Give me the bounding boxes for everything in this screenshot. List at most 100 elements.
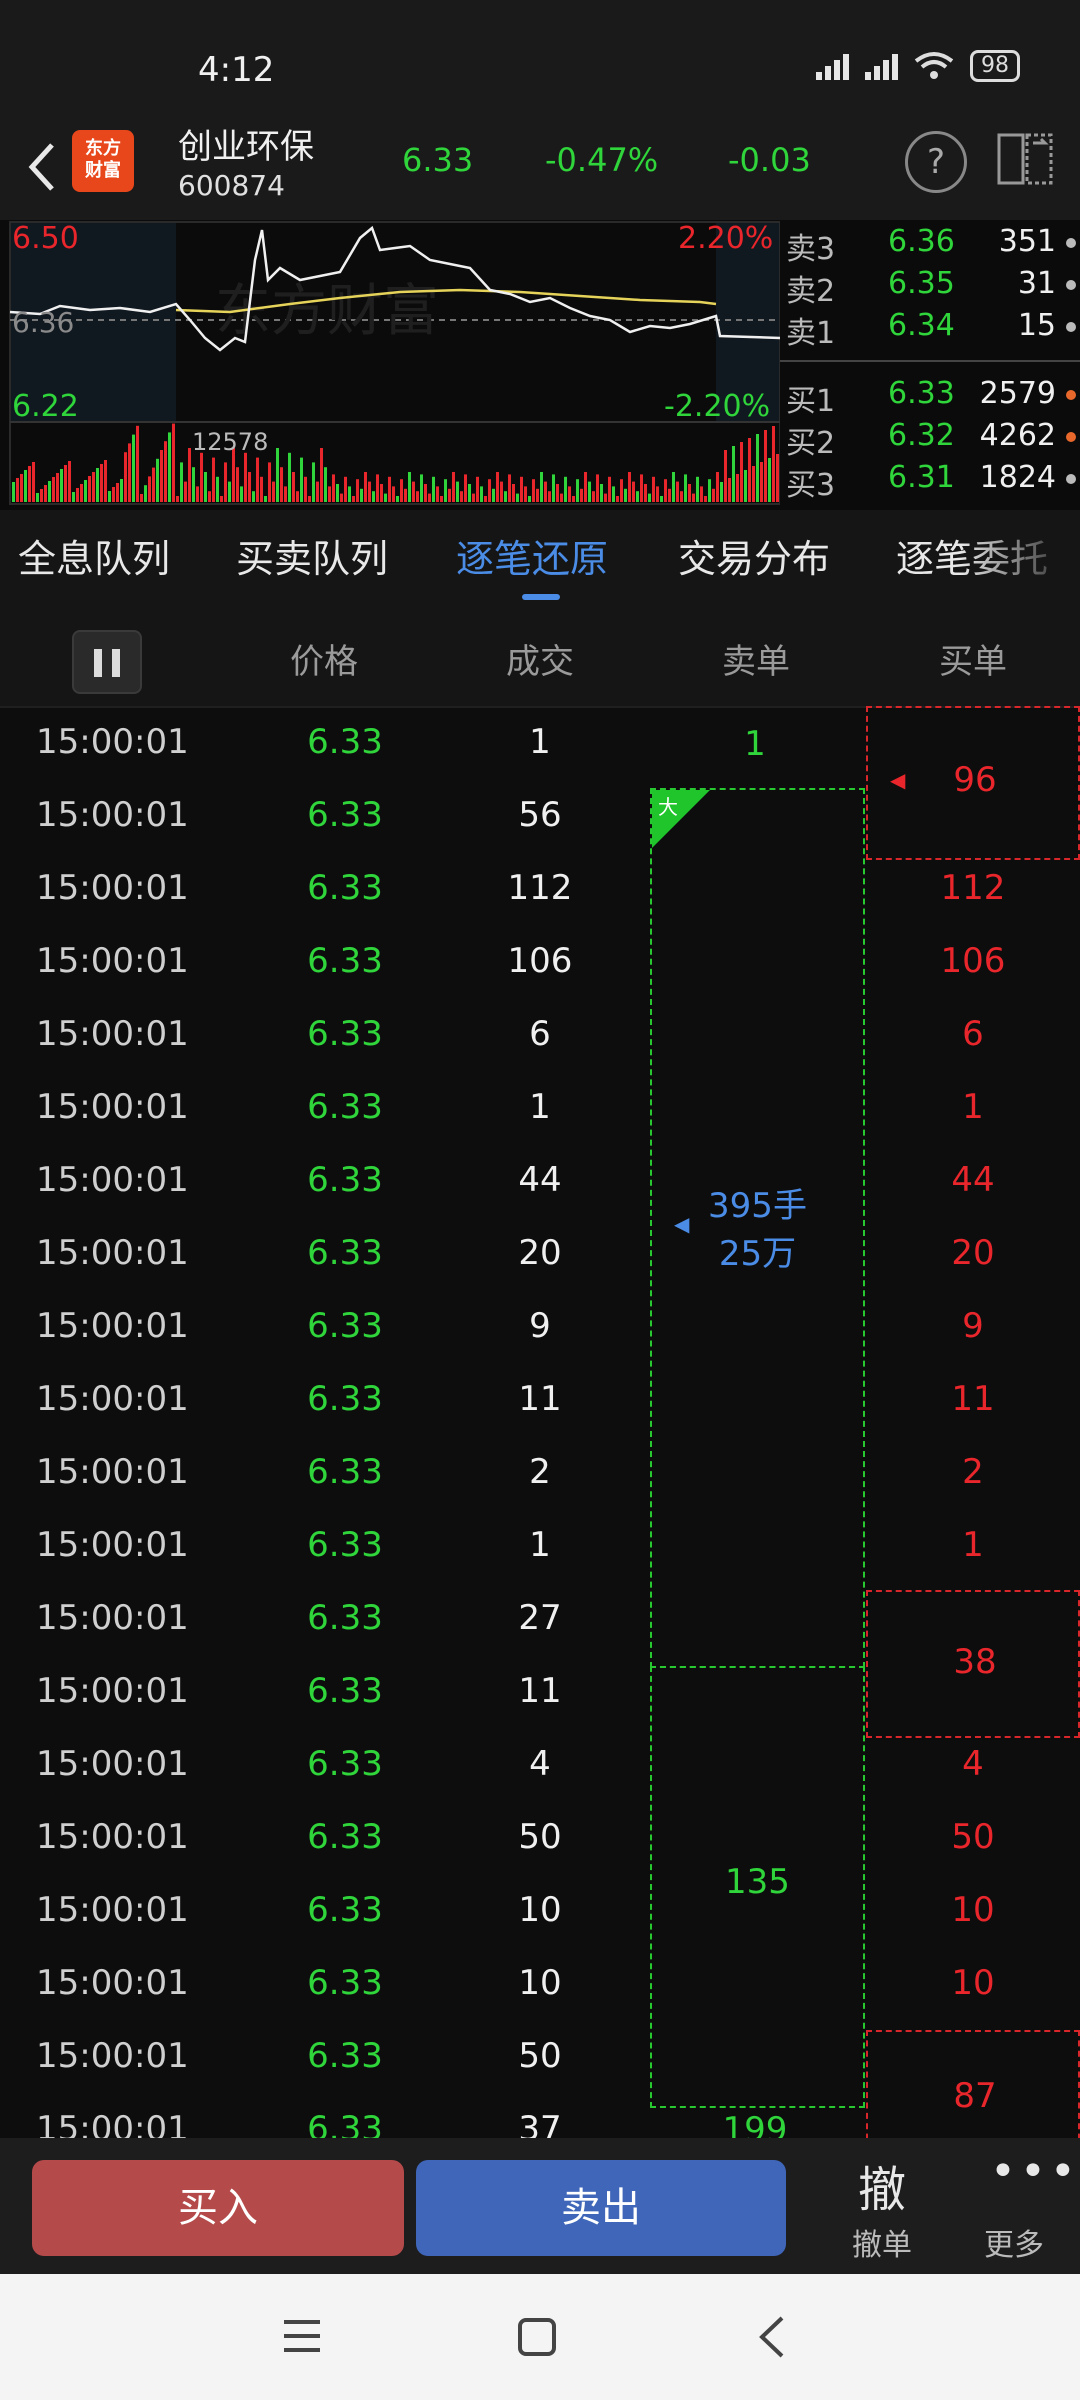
table-row[interactable]: 15:00:01 6.33 10 10 (0, 1947, 1080, 2020)
row-time: 15:00:01 (36, 2109, 189, 2138)
chart-mid-price: 6.36 (12, 306, 74, 339)
row-price: 6.33 (307, 1598, 383, 1638)
ask-row: 卖3 6.36 351 (780, 224, 1080, 267)
row-buy-order: 20 (951, 1233, 995, 1273)
row-buy-order: 44 (951, 1160, 995, 1200)
ask-row: 卖1 6.34 15 (780, 308, 1080, 351)
bid-row: 买2 6.32 4262 (780, 418, 1080, 461)
row-buy-order: 10 (951, 1890, 995, 1930)
tab-fade (960, 510, 1080, 606)
stock-code: 600874 (178, 169, 285, 202)
row-time: 15:00:01 (36, 1160, 189, 1200)
table-row[interactable]: 15:00:01 6.33 1 1 (0, 1071, 1080, 1144)
row-time: 15:00:01 (36, 1963, 189, 2003)
row-volume: 2 (529, 1452, 551, 1492)
back-icon[interactable] (22, 137, 62, 197)
sell-order-block-2[interactable]: 135 (650, 1666, 865, 2108)
row-volume: 37 (518, 2109, 562, 2138)
tab-full-queue[interactable]: 全息队列 (18, 528, 170, 583)
buy-order-third: 87 (953, 2076, 997, 2116)
system-nav-bar (0, 2274, 1080, 2400)
sell-order-large-block[interactable]: 大 ◀ 395手 25万 (650, 788, 865, 1668)
row-price: 6.33 (307, 722, 383, 762)
row-time: 15:00:01 (36, 1014, 189, 1054)
row-time: 15:00:01 (36, 1817, 189, 1857)
table-row[interactable]: 15:00:01 6.33 4 4 (0, 1728, 1080, 1801)
table-row[interactable]: 15:00:01 6.33 44 44 (0, 1144, 1080, 1217)
chart-high-pct: 2.20% (678, 221, 773, 256)
table-row[interactable]: 15:00:01 6.33 112 112 (0, 852, 1080, 925)
row-price: 6.33 (307, 1963, 383, 2003)
row-price: 6.33 (307, 1087, 383, 1127)
help-icon[interactable]: ? (905, 131, 967, 193)
cellular-signal-icon-2 (865, 52, 898, 80)
row-buy-order: 4 (962, 1744, 984, 1784)
buy-order-first: 96 (953, 760, 997, 800)
tick-table[interactable]: 15:00:01 6.33 1 15:00:01 6.33 56 15:00:01 6.33 1… (0, 706, 1080, 2138)
row-price: 6.33 (307, 2036, 383, 2076)
row-time: 15:00:01 (36, 1087, 189, 1127)
row-volume: 27 (518, 1598, 562, 1638)
row-price: 6.33 (307, 1525, 383, 1565)
pause-button[interactable] (72, 630, 142, 694)
pause-icon (94, 649, 102, 677)
table-row[interactable]: 15:00:01 6.33 6 6 (0, 998, 1080, 1071)
stock-name[interactable]: 创业环保 (178, 119, 314, 168)
row-price: 6.33 (307, 1744, 383, 1784)
row-time: 15:00:01 (36, 722, 189, 762)
table-row[interactable]: 15:00:01 6.33 50 50 (0, 1801, 1080, 1874)
tab-trade-distribution[interactable]: 交易分布 (678, 528, 830, 583)
row-time: 15:00:01 (36, 795, 189, 835)
table-row[interactable]: 15:00:01 6.33 1 1 (0, 1509, 1080, 1582)
volume-bars (12, 423, 779, 502)
cancel-order-icon[interactable]: 撤 (858, 2150, 906, 2220)
home-icon[interactable] (516, 2316, 558, 2358)
row-time: 15:00:01 (36, 1452, 189, 1492)
order-book[interactable]: 卖3 6.36 351 卖2 6.35 31 卖1 6.34 15 买1 6.33 2579 买… (780, 220, 1080, 510)
sell-order-second: 135 (725, 1862, 790, 1902)
more-label[interactable]: 更多 (984, 2220, 1044, 2264)
tab-tick-restore[interactable]: 逐笔还原 (456, 528, 608, 583)
cancel-order-label[interactable]: 撤单 (852, 2220, 912, 2264)
chart-high-price: 6.50 (12, 221, 79, 256)
row-buy-order: 106 (940, 941, 1006, 981)
buy-order-box-3[interactable]: 87 (866, 2030, 1080, 2138)
table-row[interactable]: 15:00:01 6.33 11 11 (0, 1363, 1080, 1436)
row-volume: 11 (518, 1379, 562, 1419)
row-buy-order: 11 (951, 1379, 995, 1419)
nav-back-icon[interactable] (754, 2314, 788, 2360)
menu-icon[interactable] (280, 2316, 324, 2356)
svg-text:大: 大 (658, 795, 678, 819)
active-tab-indicator (522, 594, 560, 600)
intraday-chart[interactable]: 东方财富 6.50 2.20% 6.36 6.22 -2.20% 12578 (0, 220, 781, 510)
table-row[interactable]: 15:00:01 6.33 2 2 (0, 1436, 1080, 1509)
orderbook-divider (780, 360, 1080, 362)
row-time: 15:00:01 (36, 1744, 189, 1784)
sell-button[interactable]: 卖出 (416, 2160, 786, 2256)
tab-bid-ask-queue[interactable]: 买卖队列 (236, 528, 388, 583)
layout-switch-icon[interactable] (995, 129, 1055, 189)
ask-row: 卖2 6.35 31 (780, 266, 1080, 309)
row-time: 15:00:01 (36, 1306, 189, 1346)
table-row[interactable]: 15:00:01 6.33 106 106 (0, 925, 1080, 998)
table-row[interactable]: 15:00:01 6.33 10 10 (0, 1874, 1080, 1947)
tab-bar: 全息队列 买卖队列 逐笔还原 交易分布 逐笔委托 (0, 510, 1080, 606)
more-icon[interactable]: ••• (990, 2146, 1080, 2197)
row-price: 6.33 (307, 2109, 383, 2138)
row-volume: 9 (529, 1306, 551, 1346)
row-time: 15:00:01 (36, 2036, 189, 2076)
table-row[interactable]: 15:00:01 6.33 9 9 (0, 1290, 1080, 1363)
table-row[interactable]: 15:00:01 6.33 20 20 (0, 1217, 1080, 1290)
row-time: 15:00:01 (36, 941, 189, 981)
bid-row: 买3 6.31 1824 (780, 460, 1080, 503)
row-volume: 10 (518, 1963, 562, 2003)
buy-button[interactable]: 买入 (32, 2160, 404, 2256)
row-volume: 6 (529, 1014, 551, 1054)
row-volume: 112 (507, 868, 573, 908)
status-icons: 98 (816, 50, 1020, 82)
row-buy-order: 2 (962, 1452, 984, 1492)
buy-order-box-2[interactable]: 38 (866, 1590, 1080, 1738)
change-amount: -0.03 (728, 141, 811, 179)
buy-order-box-1[interactable]: ◀ 96 (866, 706, 1080, 860)
row-price: 6.33 (307, 868, 383, 908)
